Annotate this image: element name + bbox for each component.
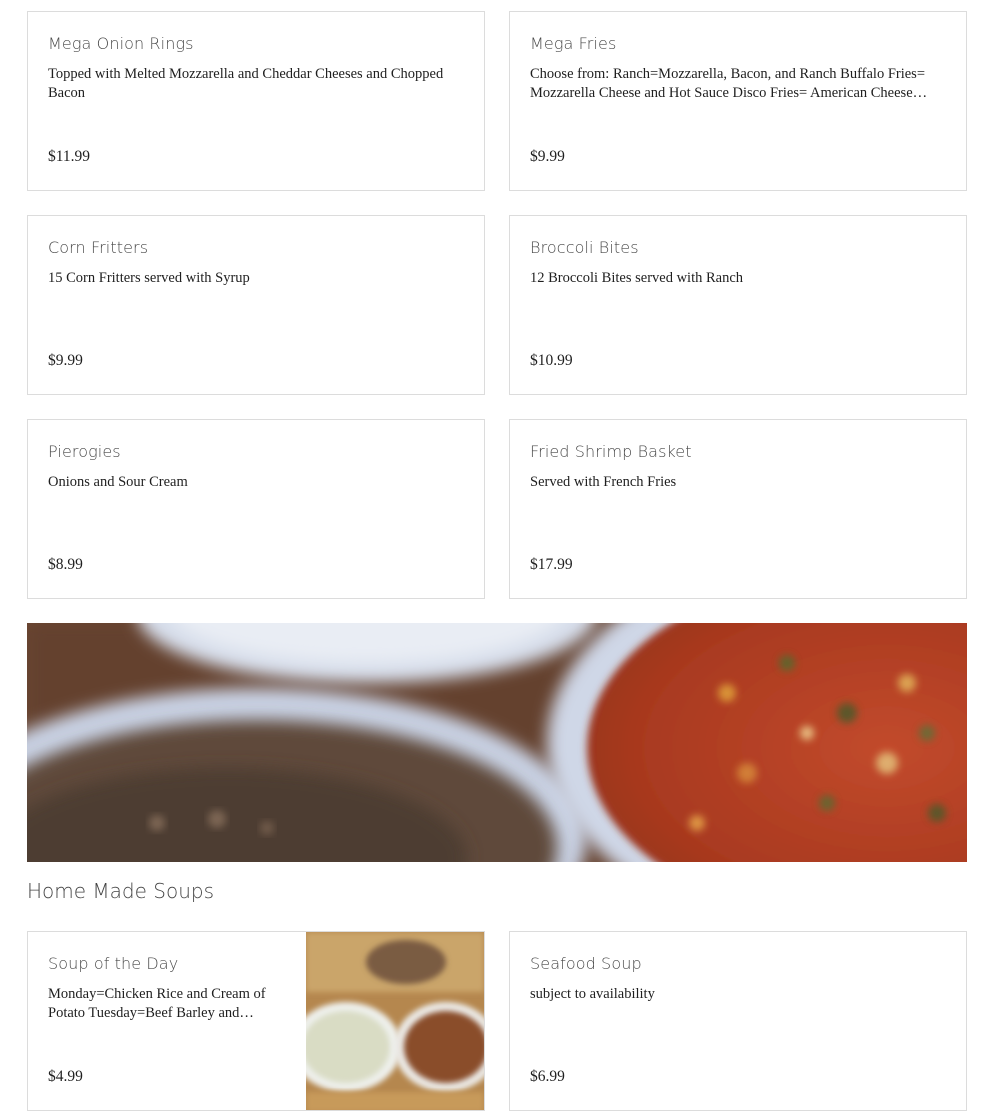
item-description: Topped with Melted Mozzarella and Chedda… [48,66,444,101]
item-description: Monday=Chicken Rice and Cream of Potato … [48,986,266,1021]
item-price: $11.99 [48,148,91,165]
item-description: Onions and Sour Cream [48,474,188,490]
item-name: Corn Fritters [48,238,149,257]
item-price: $17.99 [530,556,573,573]
item-name: Fried Shrimp Basket [530,442,692,461]
item-price: $6.99 [530,1068,565,1085]
item-price: $10.99 [530,352,573,369]
menu-item-card[interactable]: Pierogies Onions and Sour Cream $8.99 [27,419,485,599]
soup-thumbnail-image [306,932,484,1110]
menu-item-card[interactable]: Seafood Soup subject to availability $6.… [509,931,967,1111]
item-name: Mega Onion Rings [48,34,194,53]
item-description: Choose from: Ranch=Mozzarella, Bacon, an… [530,66,925,101]
menu-item-card[interactable]: Fried Shrimp Basket Served with French F… [509,419,967,599]
item-price: $9.99 [530,148,565,165]
item-price: $9.99 [48,352,83,369]
menu-item-card[interactable]: Mega Onion Rings Topped with Melted Mozz… [27,11,485,191]
item-name: Seafood Soup [530,954,642,973]
item-description: subject to availability [530,986,655,1002]
menu-item-card[interactable]: Mega Fries Choose from: Ranch=Mozzarella… [509,11,967,191]
item-description: 15 Corn Fritters served with Syrup [48,270,250,286]
item-name: Broccoli Bites [530,238,639,257]
soup-banner-image [27,623,967,862]
section-title: Home Made Soups [27,879,215,903]
menu-item-card[interactable]: Soup of the Day Monday=Chicken Rice and … [27,931,485,1111]
item-name: Soup of the Day [48,954,179,973]
item-name: Mega Fries [530,34,617,53]
item-name: Pierogies [48,442,121,461]
menu-item-card[interactable]: Broccoli Bites 12 Broccoli Bites served … [509,215,967,395]
item-price: $4.99 [48,1068,83,1085]
item-price: $8.99 [48,556,83,573]
item-description: 12 Broccoli Bites served with Ranch [530,270,744,286]
item-description: Served with French Fries [530,474,677,490]
menu-item-card[interactable]: Corn Fritters 15 Corn Fritters served wi… [27,215,485,395]
